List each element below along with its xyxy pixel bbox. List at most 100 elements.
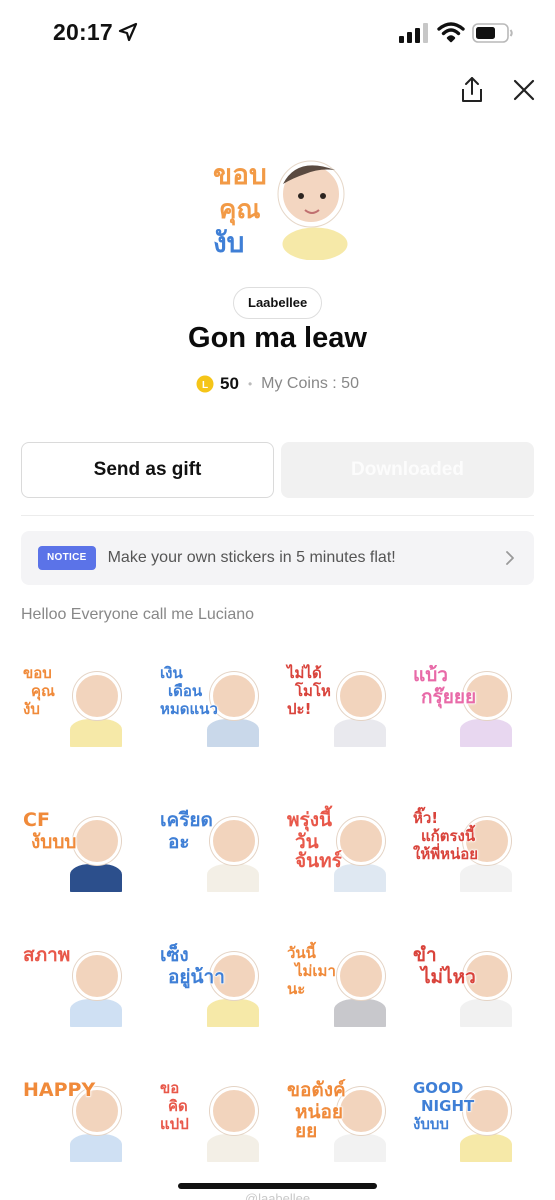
sticker-caption: ไม่ได้ โมโห ปะ! [287,664,365,720]
sticker-caption: HAPPY [23,1079,101,1103]
sticker-caption-line: คุณ [31,682,56,700]
wifi-icon [437,22,465,43]
sticker-caption: CF งับบบ [23,809,101,855]
hero-sticker-text-3: งับ [213,226,244,259]
sticker-item[interactable]: ขอ คิด แปป [158,1073,268,1173]
sticker-item[interactable]: ขำ ไม่ไหว [411,938,521,1038]
chevron-right-icon [506,551,514,565]
sticker-caption-line: แบ้ว [413,664,449,686]
sticker-caption-line: แปป [160,1115,190,1133]
sticker-caption-line: หิ๊ว! [413,809,439,827]
hero-sticker-image: ขอบ คุณ งับ [205,148,350,260]
sticker-baby-body [204,716,262,750]
sticker-caption-line: วันนี้ [287,944,317,962]
sticker-item[interactable]: ขอตังค์ หน่อยยย [285,1073,395,1173]
sticker-baby-body [67,1131,125,1165]
home-indicator [178,1183,377,1189]
sticker-caption: ขอตังค์ หน่อยยย [287,1080,365,1144]
notice-banner[interactable]: NOTICE Make your own stickers in 5 minut… [21,531,534,585]
notice-text: Make your own stickers in 5 minutes flat… [107,549,396,566]
sticker-caption-line: ปะ! [287,700,312,718]
sticker-caption-line: เดือน [168,682,203,700]
sticker-baby-body [204,996,262,1030]
downloaded-button[interactable]: Downloaded [281,442,534,498]
hero-sticker-text-2: คุณ [219,195,261,226]
sticker-baby-body [457,861,515,895]
sticker-caption-line: HAPPY [23,1079,96,1101]
notice-badge: NOTICE [38,546,96,570]
sticker-caption-line: คิด [168,1097,189,1115]
sticker-baby-body [204,1131,262,1165]
hero-sticker-text-1: ขอบ [213,158,267,191]
sticker-baby-body [67,861,125,895]
package-description: Helloo Everyone call me Luciano [21,606,255,623]
sticker-baby-body [67,716,125,750]
sticker-caption-line: เงิน [160,664,184,682]
footer-handle: @laabellee [244,1191,311,1200]
sticker-item[interactable]: วันนี้ ไม่เมา นะ [285,938,395,1038]
author-link[interactable]: Laabellee [233,287,323,319]
sticker-baby-body [331,996,389,1030]
sticker-item[interactable]: เครียด อะ [158,803,268,903]
location-arrow-icon [118,22,138,42]
sticker-caption-line: อยู่น้าา [168,966,226,988]
sticker-caption-line: พรุ่งนี้ [287,809,333,831]
sticker-baby-body [67,996,125,1030]
close-icon[interactable] [510,76,538,104]
sticker-caption: ขำ ไม่ไหว [413,945,491,990]
sticker-caption-line: ไม่ได้ [287,664,323,682]
sticker-caption: วันนี้ ไม่เมา นะ [287,944,365,1000]
send-as-gift-button[interactable]: Send as gift [21,442,274,498]
separator-dot: • [247,377,253,391]
share-icon[interactable] [456,74,488,106]
sticker-caption-line: ให้พี่หน่อย [413,845,479,863]
sticker-caption: ขอบ คุณ งับ [23,664,101,720]
sticker-caption-line: โมโห [295,682,332,700]
sticker-caption-line: นะ [287,980,306,998]
divider [21,515,534,516]
sticker-caption-line: NIGHT [421,1097,475,1115]
sticker-baby-body [457,1131,515,1165]
price-row: L 50 • My Coins : 50 [0,372,555,396]
sticker-caption: เครียด อะ [160,810,238,855]
sticker-caption-line: แก้ตรงนี้ [421,827,476,845]
sticker-baby-body [457,996,515,1030]
battery-icon [472,23,513,43]
sticker-baby-body [331,716,389,750]
sticker-item[interactable]: ขอบ คุณ งับ [21,658,131,758]
sticker-item[interactable]: CF งับบบ [21,803,131,903]
sticker-item[interactable]: เงิน เดือน หมดแนว [158,658,268,758]
sticker-caption-line: กรุ๊ยยย [421,686,477,708]
sticker-caption-line: สภาพ [23,944,71,966]
sticker-item[interactable]: GOOD NIGHT งับบบ [411,1073,521,1173]
sticker-item[interactable]: สภาพ [21,938,131,1038]
sticker-item[interactable]: เซ็ง อยู่น้าา [158,938,268,1038]
sticker-item[interactable]: หิ๊ว! แก้ตรงนี้ ให้พี่หน่อย [411,803,521,903]
sticker-caption-line: CF [23,809,51,831]
sticker-caption-line: งับ [23,700,41,718]
sticker-caption-line: หน่อยยย [295,1101,344,1142]
sticker-item[interactable]: แบ้ว กรุ๊ยยย [411,658,521,758]
price-value: 50 [220,374,239,393]
sticker-caption-line: GOOD [413,1079,464,1097]
sticker-caption: หิ๊ว! แก้ตรงนี้ ให้พี่หน่อย [413,809,491,865]
sticker-item[interactable]: HAPPY [21,1073,131,1173]
sticker-caption-line: ขอบ [23,664,53,682]
sticker-caption: แบ้ว กรุ๊ยยย [413,664,491,710]
signal-icon [399,23,428,43]
sticker-caption-line: ขอ [160,1079,180,1097]
sticker-caption-line: งับบบ [31,831,77,853]
status-bar: 20:17 [0,0,555,62]
sticker-caption: GOOD NIGHT งับบบ [413,1079,491,1135]
sticker-caption: เซ็ง อยู่น้าา [160,944,238,990]
sticker-item[interactable]: พรุ่งนี้ วันจันทร์ [285,803,395,903]
sticker-caption: สภาพ [23,944,101,968]
sticker-caption: เงิน เดือน หมดแนว [160,664,238,720]
sticker-baby-body [204,861,262,895]
sticker-caption-line: เซ็ง [160,944,190,966]
coin-icon: L [196,375,214,393]
sticker-item[interactable]: ไม่ได้ โมโห ปะ! [285,658,395,758]
sticker-baby-body [457,716,515,750]
my-coins-balance: My Coins : 50 [261,375,359,392]
sticker-caption-line: อะ [168,831,191,853]
